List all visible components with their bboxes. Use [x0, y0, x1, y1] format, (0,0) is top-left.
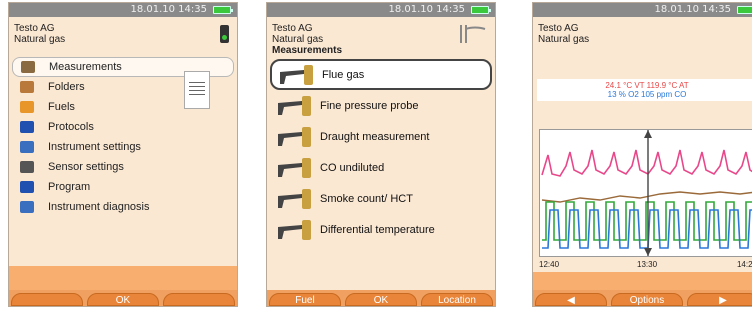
- co-probe-icon: [276, 157, 316, 179]
- cursor-arrow-top: [644, 130, 652, 138]
- softkey-previous[interactable]: ◀: [535, 293, 607, 306]
- measurement-item-label: CO undiluted: [320, 161, 385, 174]
- menu-item[interactable]: Sensor settings: [12, 157, 234, 177]
- fuel-name: Natural gas: [14, 34, 66, 45]
- cursor-arrow-bottom: [644, 248, 652, 256]
- softkey-next[interactable]: ▶: [687, 293, 752, 306]
- green-trend-line: [542, 201, 752, 241]
- menu-item-label: Fuels: [48, 101, 75, 113]
- disk-icon: [20, 121, 34, 133]
- measurement-item[interactable]: Differential temperature: [270, 214, 492, 245]
- measurement-item-label: Draught measurement: [320, 130, 430, 143]
- measurement-item[interactable]: Fine pressure probe: [270, 90, 492, 121]
- flue-gas-probe-icon: [278, 64, 318, 86]
- datetime: 18.01.10 14:35: [654, 4, 731, 15]
- pressure-probe-icon: [276, 95, 316, 117]
- measurement-list: Flue gas Fine pressure probe Draught measu…: [267, 59, 495, 245]
- menu-item-label: Folders: [48, 81, 85, 93]
- temperature-readings: 24.1 °C VT 119.9 °C AT: [605, 81, 689, 90]
- menu-item[interactable]: Instrument diagnosis: [12, 197, 234, 217]
- softkey-left[interactable]: [11, 293, 83, 306]
- measurement-item-label: Differential temperature: [320, 223, 435, 236]
- bottom-bar: [9, 266, 237, 292]
- measurement-item[interactable]: Draught measurement: [270, 121, 492, 152]
- measurement-item[interactable]: Flue gas: [270, 59, 492, 90]
- program-disk-icon: [20, 181, 34, 193]
- softkey-ok[interactable]: OK: [345, 293, 417, 306]
- softkey-fuel[interactable]: Fuel: [269, 293, 341, 306]
- battery-icon: [471, 6, 491, 14]
- header: Testo AG Natural gas: [9, 17, 237, 57]
- menu-item-label: Measurements: [49, 61, 122, 73]
- readings-panel: 24.1 °C VT 119.9 °C AT 13 % O2 105 ppm C…: [537, 79, 752, 101]
- time-mid: 13:30: [637, 260, 658, 269]
- measurement-item[interactable]: Smoke count/ HCT: [270, 183, 492, 214]
- time-axis: 12:40 13:30 14:20: [539, 260, 752, 270]
- measurement-item-label: Flue gas: [322, 68, 365, 81]
- traffic-light-icon: [220, 25, 229, 43]
- header: Testo AG Natural gas: [533, 17, 752, 79]
- menu-item-label: Sensor settings: [48, 161, 124, 173]
- probe-header-icon: [457, 23, 487, 45]
- status-bar: 18.01.10 14:35: [267, 3, 495, 17]
- menu-item-label: Instrument settings: [48, 141, 141, 153]
- header: Testo AG Natural gas Measurements: [267, 17, 495, 59]
- menu-item-label: Program: [48, 181, 91, 193]
- softkey-bar: OK: [9, 290, 237, 306]
- pink-trend-line: [541, 149, 752, 177]
- softkey-ok[interactable]: OK: [87, 293, 159, 306]
- menu-item[interactable]: Protocols: [12, 117, 234, 137]
- fuel-name: Natural gas: [538, 34, 590, 45]
- draught-probe-icon: [276, 126, 316, 148]
- thermometer-icon: [276, 219, 316, 241]
- folder-icon: [20, 81, 34, 93]
- flame-icon: [20, 101, 34, 113]
- measurement-item[interactable]: CO undiluted: [270, 152, 492, 183]
- scroll-indicator[interactable]: [184, 71, 210, 109]
- company-name: Testo AG: [538, 23, 579, 34]
- section-title: Measurements: [272, 45, 343, 56]
- measurements-screen: 18.01.10 14:35 Testo AG Natural gas Meas…: [266, 2, 496, 307]
- battery-icon: [737, 6, 752, 14]
- measurement-item-label: Fine pressure probe: [320, 99, 419, 112]
- measurements-icon: [21, 61, 35, 73]
- datetime: 18.01.10 14:35: [130, 4, 207, 15]
- brown-trend-line: [541, 191, 752, 203]
- measurement-item-label: Smoke count/ HCT: [320, 192, 413, 205]
- softkey-bar: Fuel OK Location: [267, 290, 495, 306]
- bottom-bar: [533, 272, 752, 292]
- instrument-settings-icon: [20, 141, 34, 153]
- menu-item[interactable]: Instrument settings: [12, 137, 234, 157]
- status-bar: 18.01.10 14:35: [533, 3, 752, 17]
- softkey-right[interactable]: [163, 293, 235, 306]
- sensor-icon: [20, 161, 34, 173]
- gas-readings: 13 % O2 105 ppm CO: [607, 90, 687, 99]
- time-start: 12:40: [539, 260, 560, 269]
- datetime: 18.01.10 14:35: [388, 4, 465, 15]
- softkey-location[interactable]: Location: [421, 293, 493, 306]
- menu-item-label: Instrument diagnosis: [48, 201, 150, 213]
- softkey-options[interactable]: Options: [611, 293, 683, 306]
- company-name: Testo AG: [14, 23, 55, 34]
- status-bar: 18.01.10 14:35: [9, 3, 237, 17]
- main-menu-screen: 18.01.10 14:35 Testo AG Natural gas Meas…: [8, 2, 238, 307]
- trend-graph[interactable]: [539, 129, 752, 257]
- diagnosis-icon: [20, 201, 34, 213]
- time-end: 14:20: [736, 260, 752, 269]
- smoke-pump-icon: [276, 188, 316, 210]
- softkey-bar: ◀ Options ▶: [533, 290, 752, 306]
- menu-item-label: Protocols: [48, 121, 94, 133]
- battery-icon: [213, 6, 233, 14]
- menu-item[interactable]: Program: [12, 177, 234, 197]
- graph-screen: 18.01.10 14:35 Testo AG Natural gas 24.1…: [532, 2, 752, 307]
